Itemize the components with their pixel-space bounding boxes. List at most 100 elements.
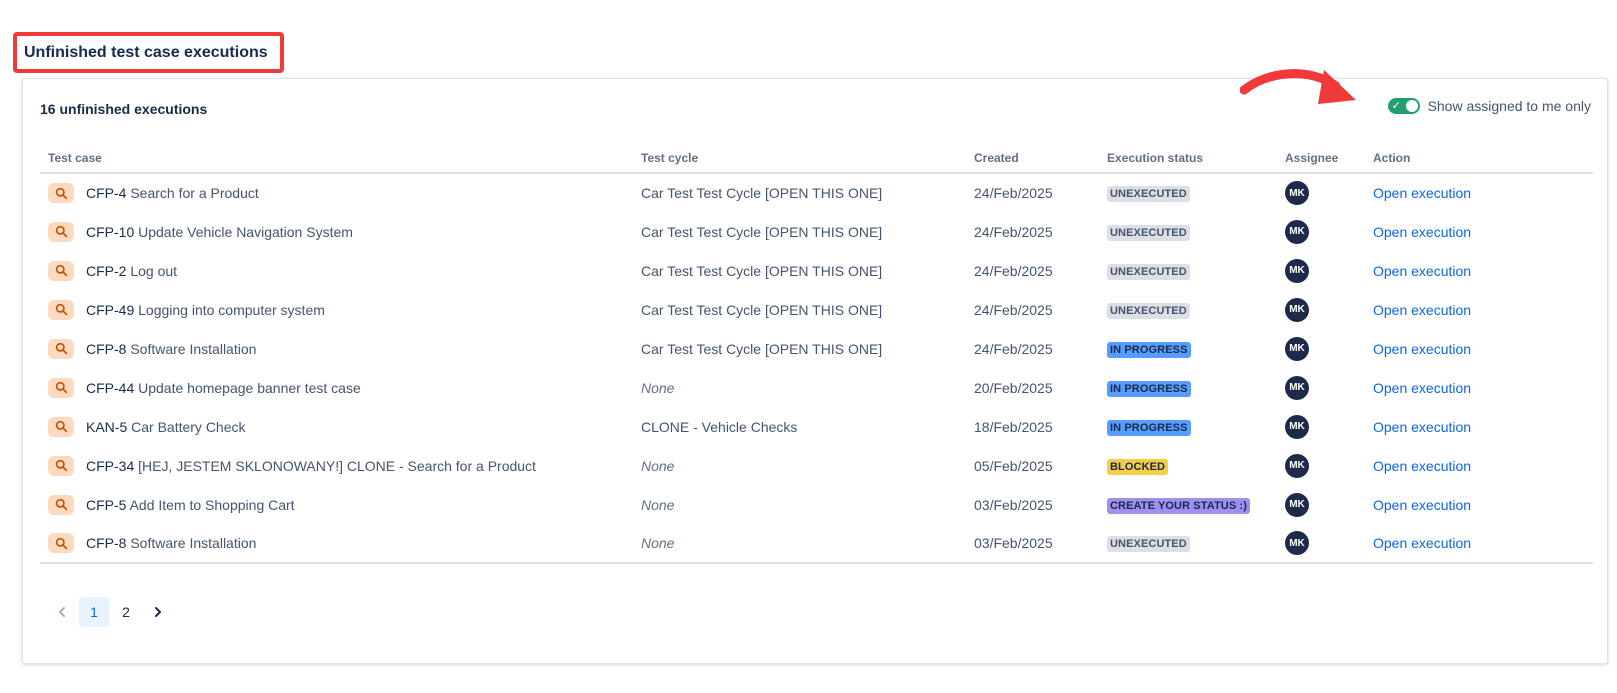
cell-test-cycle: None [633, 446, 966, 485]
cell-test-case: CFP-10 Update Vehicle Navigation System [40, 212, 633, 251]
test-case-link[interactable]: CFP-10 Update Vehicle Navigation System [86, 224, 353, 240]
avatar[interactable]: MK [1285, 219, 1309, 244]
test-case-key: CFP-8 [86, 340, 127, 357]
test-case-link[interactable]: CFP-8 Software Installation [86, 535, 256, 551]
test-case-link[interactable]: CFP-8 Software Installation [86, 341, 256, 357]
table-row: KAN-5 Car Battery Check CLONE - Vehicle C… [40, 407, 1593, 446]
test-cycle-name: CLONE - Vehicle Checks [641, 418, 798, 435]
test-case-link[interactable]: KAN-5 Car Battery Check [86, 419, 246, 435]
cell-created: 24/Feb/2025 [974, 340, 1053, 357]
test-case-link[interactable]: CFP-2 Log out [86, 263, 177, 279]
status-badge: IN PROGRESS [1107, 419, 1191, 436]
avatar[interactable]: MK [1285, 492, 1309, 517]
test-case-name: Add Item to Shopping Cart [129, 496, 295, 513]
avatar[interactable]: MK [1285, 258, 1309, 283]
status-badge: BLOCKED [1107, 458, 1169, 475]
cell-assignee: MK [1277, 329, 1365, 368]
test-case-name: [HEJ, JESTEM SKLONOWANY!] CLONE - Search… [138, 457, 536, 474]
cell-action: Open execution [1365, 446, 1593, 485]
search-icon [48, 221, 74, 242]
assigned-to-me-toggle-wrapper[interactable]: ✓ Show assigned to me only [1387, 98, 1591, 114]
test-case-link[interactable]: CFP-44 Update homepage banner test case [86, 380, 361, 396]
cell-action: Open execution [1365, 173, 1593, 212]
test-case-key: CFP-5 [86, 496, 127, 513]
cell-status: IN PROGRESS [1099, 329, 1277, 368]
test-case-link[interactable]: CFP-49 Logging into computer system [86, 302, 325, 318]
open-execution-link[interactable]: Open execution [1373, 263, 1471, 279]
chevron-right-icon[interactable] [143, 597, 173, 627]
executions-card: 16 unfinished executions ✓ Show assigned… [22, 78, 1608, 664]
cell-status: IN PROGRESS [1099, 368, 1277, 407]
test-case-name: Search for a Product [130, 185, 259, 201]
cell-assignee: MK [1277, 485, 1365, 524]
status-badge: IN PROGRESS [1107, 341, 1191, 358]
open-execution-link[interactable]: Open execution [1373, 224, 1471, 240]
column-header-execution-status: Execution status [1099, 149, 1277, 174]
avatar[interactable]: MK [1285, 453, 1309, 478]
avatar[interactable]: MK [1285, 297, 1309, 322]
search-icon [48, 416, 74, 437]
search-icon [48, 338, 74, 359]
status-badge: IN PROGRESS [1107, 380, 1191, 397]
table-row: CFP-10 Update Vehicle Navigation System C… [40, 212, 1593, 251]
test-cycle-name: None [641, 535, 675, 551]
test-case-name: Logging into computer system [138, 301, 325, 318]
assigned-to-me-toggle[interactable]: ✓ [1387, 98, 1420, 114]
open-execution-link[interactable]: Open execution [1373, 380, 1471, 396]
avatar[interactable]: MK [1285, 531, 1309, 555]
search-icon [48, 455, 74, 476]
cell-assignee: MK [1277, 368, 1365, 407]
cell-test-case: CFP-49 Logging into computer system [40, 290, 633, 329]
status-badge: UNEXECUTED [1107, 302, 1190, 319]
cell-created: 03/Feb/2025 [974, 496, 1053, 513]
chevron-left-icon[interactable] [47, 597, 77, 627]
page-button-2[interactable]: 2 [111, 597, 141, 627]
open-execution-link[interactable]: Open execution [1373, 419, 1471, 435]
cell-test-cycle: None [633, 368, 966, 407]
open-execution-link[interactable]: Open execution [1373, 341, 1471, 357]
test-cycle-name: None [641, 457, 675, 474]
test-case-name: Software Installation [130, 535, 257, 551]
cell-test-cycle: Car Test Test Cycle [OPEN THIS ONE] [633, 329, 966, 368]
cell-test-case: CFP-5 Add Item to Shopping Cart [40, 485, 633, 524]
table-body: CFP-4 Search for a Product Car Test Test … [40, 173, 1593, 564]
test-case-link[interactable]: CFP-4 Search for a Product [86, 185, 259, 201]
cell-created: 20/Feb/2025 [974, 379, 1053, 396]
avatar[interactable]: MK [1285, 375, 1309, 400]
open-execution-link[interactable]: Open execution [1373, 185, 1471, 201]
toggle-knob [1405, 100, 1418, 112]
avatar[interactable]: MK [1285, 336, 1309, 361]
status-badge: UNEXECUTED [1107, 536, 1190, 552]
test-case-name: Software Installation [130, 340, 257, 357]
open-execution-link[interactable]: Open execution [1373, 497, 1471, 513]
cell-test-cycle: Car Test Test Cycle [OPEN THIS ONE] [633, 173, 966, 212]
table-row: CFP-34 [HEJ, JESTEM SKLONOWANY!] CLONE -… [40, 446, 1593, 485]
avatar[interactable]: MK [1285, 414, 1309, 439]
open-execution-link[interactable]: Open execution [1373, 302, 1471, 318]
assigned-to-me-label[interactable]: Show assigned to me only [1428, 98, 1591, 114]
test-case-key: KAN-5 [86, 418, 128, 435]
test-case-link[interactable]: CFP-5 Add Item to Shopping Cart [86, 497, 295, 513]
test-case-name: Log out [130, 262, 178, 279]
test-case-key: CFP-10 [86, 223, 135, 240]
search-icon [48, 533, 74, 553]
cell-test-cycle: Car Test Test Cycle [OPEN THIS ONE] [633, 290, 966, 329]
open-execution-link[interactable]: Open execution [1373, 535, 1471, 551]
page-button-1[interactable]: 1 [79, 597, 109, 627]
open-execution-link[interactable]: Open execution [1373, 458, 1471, 474]
cell-created: 24/Feb/2025 [974, 223, 1053, 240]
cell-test-case: CFP-34 [HEJ, JESTEM SKLONOWANY!] CLONE -… [40, 446, 633, 485]
column-header-action: Action [1365, 149, 1593, 174]
avatar[interactable]: MK [1285, 181, 1309, 205]
test-case-key: CFP-49 [86, 301, 135, 318]
search-icon [48, 299, 74, 320]
cell-status: CREATE YOUR STATUS :) [1099, 485, 1277, 524]
cell-test-case: CFP-8 Software Installation [40, 524, 633, 564]
cell-assignee: MK [1277, 446, 1365, 485]
cell-test-cycle: CLONE - Vehicle Checks [633, 407, 966, 446]
test-case-link[interactable]: CFP-34 [HEJ, JESTEM SKLONOWANY!] CLONE -… [86, 458, 536, 474]
cell-status: UNEXECUTED [1099, 173, 1277, 212]
cell-assignee: MK [1277, 524, 1365, 564]
test-cycle-name: Car Test Test Cycle [OPEN THIS ONE] [641, 185, 883, 201]
cell-assignee: MK [1277, 251, 1365, 290]
